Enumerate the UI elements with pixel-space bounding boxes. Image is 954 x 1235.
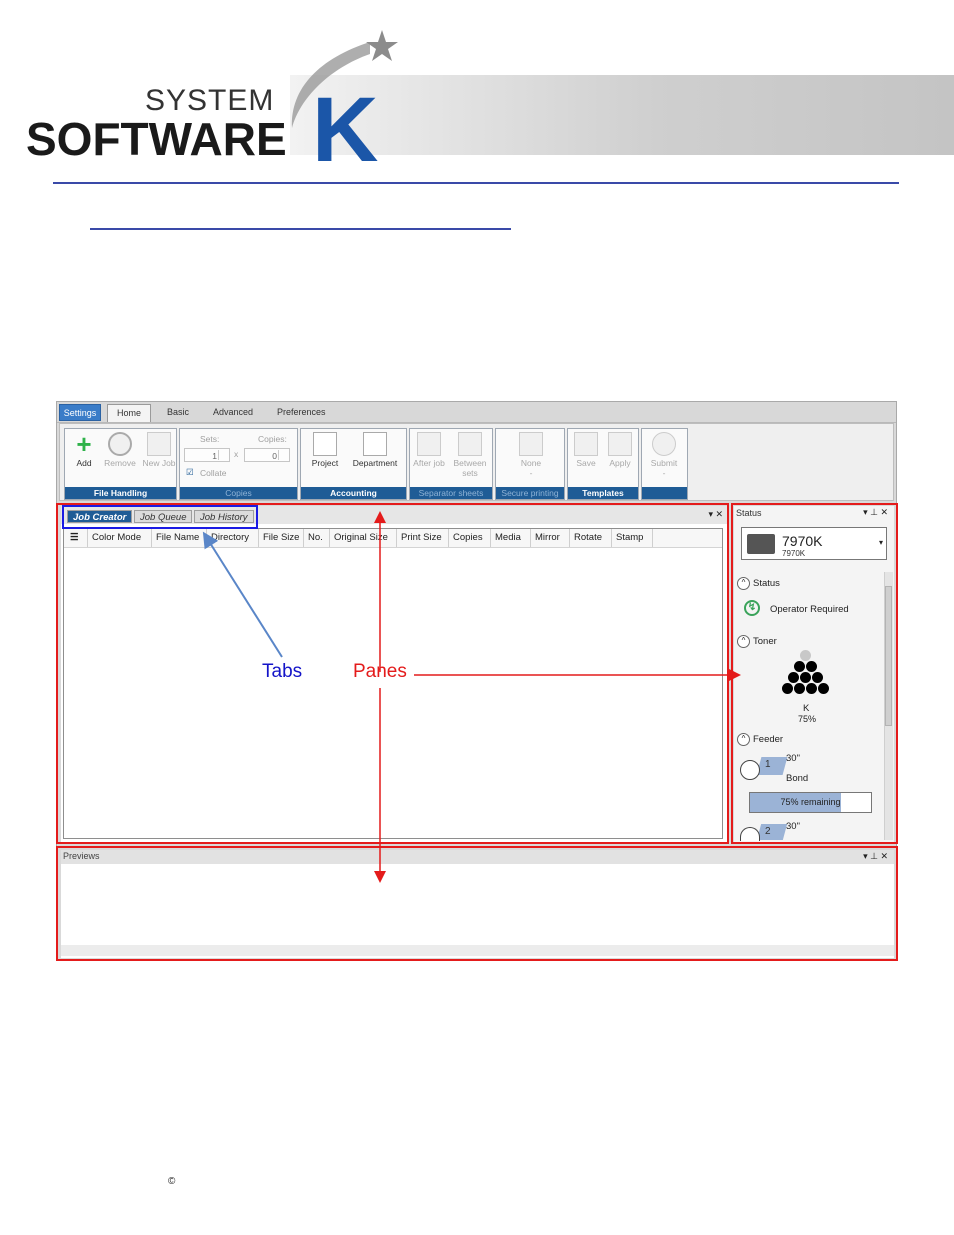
tabs-arrow [202, 531, 283, 658]
copyright-symbol: © [168, 1176, 176, 1187]
tabs-annotation-label: Tabs [262, 661, 303, 682]
panes-annotation-label: Panes [353, 661, 407, 682]
annotation-arrows [202, 511, 741, 883]
